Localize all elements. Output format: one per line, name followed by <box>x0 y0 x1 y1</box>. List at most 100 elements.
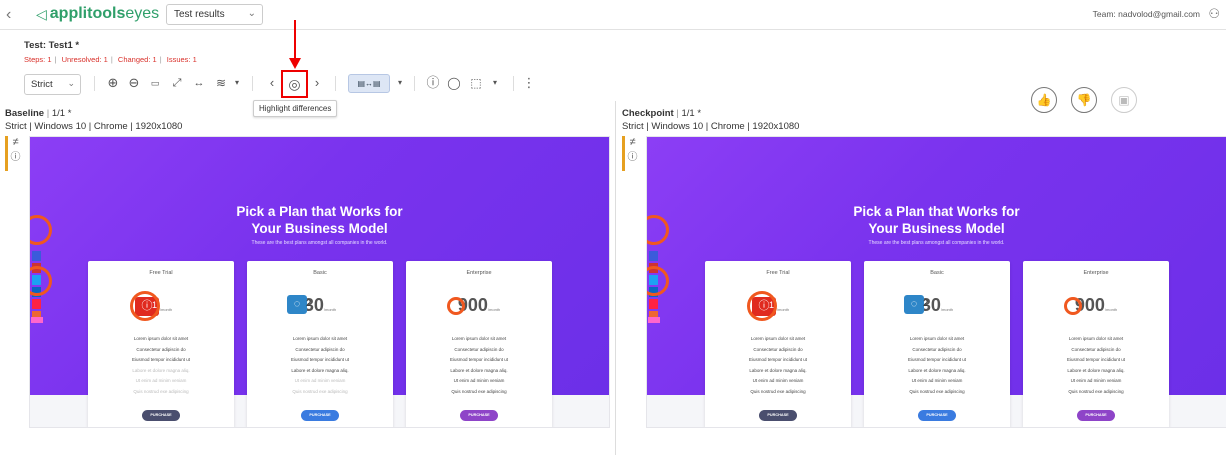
feature-item: Consectetur adipiscin do <box>1071 346 1121 352</box>
plan-name: Enterprise <box>1083 270 1109 276</box>
highlight-differences-button[interactable]: ◎ <box>281 70 308 98</box>
issue-icon[interactable]: ⓘ <box>425 73 441 93</box>
plan-name: Free Trial <box>766 270 790 276</box>
headline-line-2: Your Business Model <box>251 221 388 236</box>
next-difference-icon[interactable]: › <box>309 73 325 93</box>
top-bar: ‹ ◁ applitools eyes Test results ⌄ Team:… <box>0 0 1226 30</box>
layers-icon[interactable]: ≋ <box>213 73 229 93</box>
feature-item: Quis nostrud exe adipiscing <box>750 388 806 394</box>
chevron-down-icon: ⌄ <box>247 8 256 19</box>
difference-highlight[interactable] <box>447 297 465 315</box>
feature-item: Eiusmod tempor incididunt ut <box>1066 357 1126 362</box>
side-by-side-view-button[interactable]: ▤↔▤ <box>348 74 390 93</box>
feature-item: Labore et dolore magna aliq. <box>132 367 190 373</box>
issue-icon[interactable]: ⓘ <box>625 148 640 163</box>
chevron-down-icon[interactable]: ▾ <box>487 73 503 93</box>
checkpoint-screenshot[interactable]: Pick a Plan that Works for Your Business… <box>646 136 1226 428</box>
remark-badge-count: 2 <box>306 298 312 308</box>
feature-item: Ut enim ad minim veniam <box>911 378 963 383</box>
price-period: /month <box>323 307 337 312</box>
feature-item: Labore et dolore magna aliq. <box>1067 367 1125 373</box>
stat-issues: Issues: 1 <box>166 55 197 64</box>
feature-item: Consectetur adipiscin do <box>753 346 803 352</box>
remark-badge[interactable]: ◌ <box>287 295 307 314</box>
highlight-differences-icon: ◎ <box>288 76 301 92</box>
match-level-select[interactable]: Strict ⌄ <box>24 73 81 95</box>
logo-mark-icon: ◁ <box>36 5 47 22</box>
purchase-button: PURCHASE <box>759 410 797 421</box>
feature-item: Labore et dolore magna aliq. <box>908 367 966 373</box>
more-options-icon[interactable]: ⋮ <box>521 73 537 93</box>
zoom-out-icon[interactable]: ⊖ <box>126 73 142 93</box>
back-icon[interactable]: ‹ <box>6 6 11 24</box>
feature-item: Quis nostrud exe adipiscing <box>292 388 348 394</box>
chevron-down-icon[interactable]: ▾ <box>229 73 245 93</box>
feature-list: Lorem ipsum dolor sit amet Consectetur a… <box>247 334 393 397</box>
remark-icon: ◌ <box>910 298 918 310</box>
stat-changed: Changed: 1 <box>117 55 157 64</box>
baseline-header: Baseline | 1/1 * <box>5 108 72 119</box>
feature-item: Labore et dolore magna aliq. <box>749 367 807 373</box>
purchase-button: PURCHASE <box>918 410 956 421</box>
headline-line-2: Your Business Model <box>868 221 1005 236</box>
account-icon[interactable]: ⚇ <box>1208 6 1220 22</box>
feature-item: Eiusmod tempor incididunt ut <box>290 357 350 362</box>
thumbs-down-button[interactable]: 👎 <box>1071 87 1097 113</box>
save-button[interactable]: ▣ <box>1111 87 1137 113</box>
fit-to-screen-icon[interactable]: ⤢ <box>169 73 185 93</box>
plan-price: 0/month <box>88 295 234 316</box>
view-select[interactable]: Test results ⌄ <box>166 4 263 25</box>
remark-icon[interactable]: ◯ <box>446 73 462 93</box>
price-period: /month <box>1104 307 1118 312</box>
annotation-arrow-head <box>289 58 301 69</box>
annotation-arrow-shaft <box>294 20 296 60</box>
feature-item: Quis nostrud exe adipiscing <box>909 388 965 394</box>
test-title: Test: Test1 * <box>24 40 80 51</box>
plan-card: Enterprise 900/month Lorem ipsum dolor s… <box>406 261 552 427</box>
region-icon[interactable]: ⬚ <box>468 73 484 93</box>
difference-highlight[interactable] <box>1064 297 1082 315</box>
purchase-button: PURCHASE <box>301 410 339 421</box>
fit-width-icon[interactable]: ↔ <box>191 73 207 93</box>
previous-difference-icon[interactable]: ‹ <box>264 73 280 93</box>
difference-highlight[interactable] <box>130 291 160 321</box>
issue-icon[interactable]: ⓘ <box>8 148 23 163</box>
toolbar: Strict ⌄ <box>24 73 81 95</box>
thumbs-up-button[interactable]: 👍 <box>1031 87 1057 113</box>
checkpoint-count: 1/1 <box>681 108 695 119</box>
feature-item: Quis nostrud exe adipiscing <box>133 388 189 394</box>
feature-item: Quis nostrud exe adipiscing <box>451 388 507 394</box>
facebook-icon <box>649 251 658 261</box>
price-period: /month <box>940 307 954 312</box>
headline-line-1: Pick a Plan that Works for <box>236 204 403 219</box>
diff-icon[interactable]: ≠ <box>625 136 640 148</box>
feature-item: Quis nostrud exe adipiscing <box>1068 388 1124 394</box>
purchase-button: PURCHASE <box>460 410 498 421</box>
zoom-in-icon[interactable]: ⊕ <box>105 73 121 93</box>
chevron-down-icon[interactable]: ▾ <box>392 73 408 93</box>
purchase-button: PURCHASE <box>1077 410 1115 421</box>
diff-icon[interactable]: ≠ <box>8 136 23 148</box>
difference-highlight[interactable] <box>747 291 777 321</box>
share-count-icon <box>31 317 43 323</box>
page-headline: Pick a Plan that Works for Your Business… <box>30 203 609 237</box>
remark-badge[interactable]: ◌ <box>904 295 924 314</box>
feature-item: Eiusmod tempor incididunt ut <box>131 357 191 362</box>
baseline-screenshot[interactable]: Pick a Plan that Works for Your Business… <box>29 136 610 428</box>
actual-size-icon[interactable]: ▭ <box>147 73 163 93</box>
feature-list: Lorem ipsum dolor sit amet Consectetur a… <box>705 334 851 397</box>
tooltip: Highlight differences <box>253 100 338 117</box>
checkpoint-diff-sidebar: ≠ ⓘ <box>622 136 640 171</box>
price-period: /month <box>159 307 173 312</box>
feature-item: Eiusmod tempor incididunt ut <box>907 357 967 362</box>
feature-item: Consectetur adipiscin do <box>295 346 345 352</box>
social-icon <box>649 299 658 309</box>
remark-badge-count: 2 <box>923 298 929 308</box>
applitools-logo[interactable]: ◁ applitools eyes <box>36 5 159 23</box>
purchase-button: PURCHASE <box>142 410 180 421</box>
plan-price: 900/month <box>406 295 552 316</box>
feature-item: Lorem ipsum dolor sit amet <box>750 336 806 341</box>
chevron-down-icon: ⌄ <box>67 77 75 88</box>
plan-price: 0/month <box>705 295 851 316</box>
checkpoint-title: Checkpoint <box>622 108 674 119</box>
